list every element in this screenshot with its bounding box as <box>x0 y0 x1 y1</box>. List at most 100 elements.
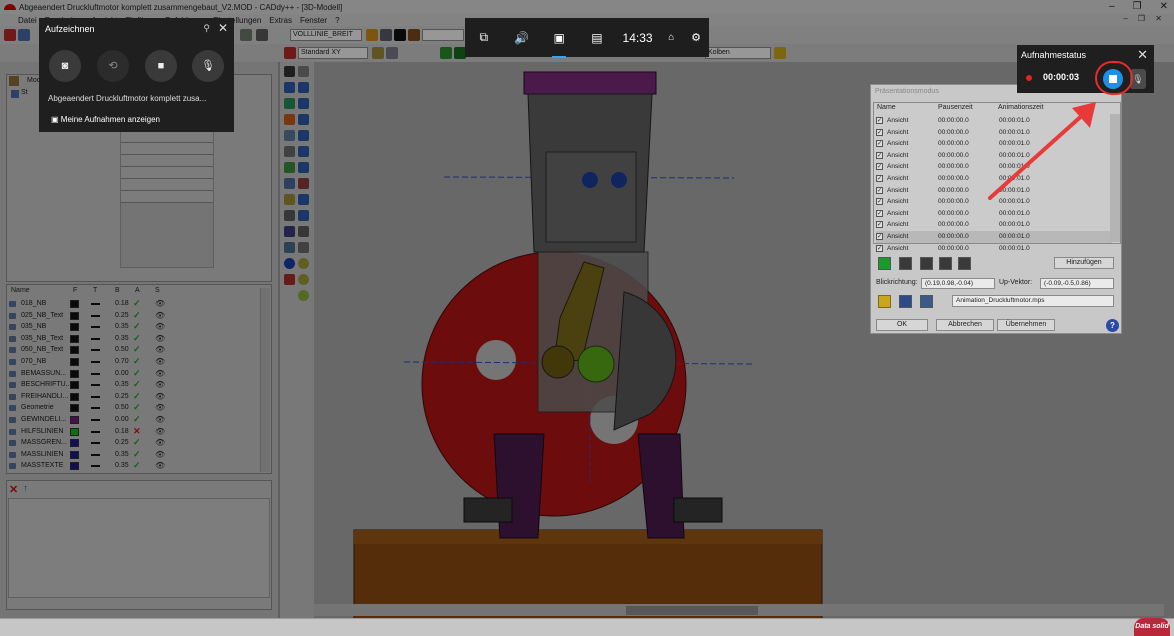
torus-icon[interactable] <box>298 114 309 125</box>
presentation-scrollbar[interactable] <box>1110 114 1120 242</box>
view-select[interactable]: Standard XY <box>298 47 368 59</box>
stop-button[interactable] <box>920 257 933 270</box>
layer-select[interactable]: Kolben <box>705 47 771 59</box>
layer-active-icon[interactable]: ✓ <box>133 460 141 472</box>
capture-icon[interactable]: ▣ <box>540 31 578 58</box>
layer-row[interactable]: Geometrie 0.50 ✓ 👁 <box>9 402 259 414</box>
help-icon[interactable]: ? <box>1106 319 1119 332</box>
tree-row[interactable] <box>121 143 213 155</box>
presentation-row[interactable]: ✓ Ansicht 00:00:00.0 00:00:01.0 <box>876 127 1112 139</box>
layer-active-icon[interactable]: ✓ <box>133 414 141 426</box>
layer-active-icon[interactable]: ✓ <box>133 344 141 356</box>
col-name[interactable]: Name <box>877 104 896 111</box>
menu-extras[interactable]: Extras <box>269 16 292 25</box>
col-s[interactable]: S <box>155 285 160 296</box>
linetype-select[interactable]: VOLLLINIE_BREIT <box>290 29 362 41</box>
hatch-icon[interactable] <box>284 242 295 253</box>
layer-color-swatch[interactable] <box>70 369 79 378</box>
presentation-row[interactable]: ✓ Ansicht 00:00:00.0 00:00:01.0 <box>876 185 1112 197</box>
layer-color-swatch[interactable] <box>70 392 79 401</box>
layer-active-icon[interactable]: ✓ <box>133 402 141 414</box>
layer-row[interactable]: MASSTEXTE 0.35 ✓ 👁 <box>9 460 259 472</box>
menu-help[interactable]: ? <box>335 16 339 25</box>
layer-row[interactable]: 018_NB 0.18 ✓ 👁 <box>9 298 259 310</box>
layer-active-icon[interactable]: ✓ <box>133 391 141 403</box>
visibility-icon[interactable]: 👁 <box>155 402 165 414</box>
col-a[interactable]: A <box>135 285 140 296</box>
layer-row[interactable]: GEWINDELI... 0.00 ✓ 👁 <box>9 414 259 426</box>
boolean-icon[interactable] <box>298 194 309 205</box>
stop-recording-button[interactable]: ■ <box>145 50 177 82</box>
settings-icon[interactable]: ⚙ <box>683 31 709 44</box>
xbox-icon[interactable]: ⌂ <box>659 32 683 43</box>
info-icon[interactable] <box>284 258 295 269</box>
layer-color-swatch[interactable] <box>70 311 79 320</box>
layer-color-swatch[interactable] <box>70 450 79 459</box>
layer-active-icon[interactable]: ✓ <box>133 437 141 449</box>
visibility-icon[interactable]: 👁 <box>155 333 165 345</box>
layer-active-icon[interactable]: ✕ <box>133 426 141 438</box>
wedge-icon[interactable] <box>298 146 309 157</box>
capture-close-icon[interactable]: ✕ <box>218 21 228 35</box>
layer-row[interactable]: MASSLINIEN 0.35 ✓ 👁 <box>9 449 259 461</box>
tree-row[interactable] <box>121 179 213 191</box>
visibility-icon[interactable]: 👁 <box>155 321 165 333</box>
visibility-icon[interactable]: 👁 <box>155 356 165 368</box>
fill-icon[interactable] <box>408 29 420 41</box>
tree-row[interactable] <box>121 131 213 143</box>
row-checkbox[interactable]: ✓ <box>876 244 883 252</box>
visibility-icon[interactable]: 👁 <box>155 414 165 426</box>
erase-icon[interactable] <box>284 274 295 285</box>
measure-icon[interactable] <box>284 130 295 141</box>
visibility-icon[interactable]: 👁 <box>155 344 165 356</box>
layer-scrollbar[interactable] <box>260 288 270 472</box>
close-button[interactable]: ✕ <box>1160 1 1168 12</box>
hscroll-thumb[interactable] <box>626 606 758 615</box>
minimize-button[interactable]: – <box>1109 1 1115 12</box>
layer-color-swatch[interactable] <box>70 427 79 436</box>
axis-icon[interactable] <box>284 178 295 189</box>
layer-color-swatch[interactable] <box>70 404 79 413</box>
visibility-icon[interactable]: 👁 <box>155 437 165 449</box>
sketch-icon[interactable] <box>284 98 295 109</box>
layer-active-icon[interactable]: ✓ <box>133 333 141 345</box>
layer-color-swatch[interactable] <box>70 346 79 355</box>
fillet-icon[interactable] <box>298 210 309 221</box>
pause-button[interactable] <box>899 257 912 270</box>
visibility-icon[interactable]: 👁 <box>155 310 165 322</box>
layer-row[interactable]: 050_NB_Text 0.50 ✓ 👁 <box>9 344 259 356</box>
snap-icon[interactable] <box>256 29 268 41</box>
menu-fenster[interactable]: Fenster <box>300 16 327 25</box>
presentation-row[interactable]: ✓ Ansicht 00:00:00.0 00:00:01.0 <box>876 196 1112 208</box>
col-animation[interactable]: Animationszeit <box>998 104 1044 111</box>
dimension-icon[interactable] <box>284 146 295 157</box>
layer-row[interactable]: 035_NB_Text 0.35 ✓ 👁 <box>9 333 259 345</box>
tree-row[interactable] <box>121 155 213 167</box>
layer-row[interactable]: 025_NB_Text 0.25 ✓ 👁 <box>9 310 259 322</box>
visibility-icon[interactable]: 👁 <box>155 426 165 438</box>
draw-icon[interactable] <box>284 162 295 173</box>
presentation-row[interactable]: ✓ Ansicht 00:00:00.0 00:00:01.0 <box>876 115 1112 127</box>
layer-active-icon[interactable]: ✓ <box>133 379 141 391</box>
layer-row[interactable]: 070_NB 0.70 ✓ 👁 <box>9 356 259 368</box>
maximize-button[interactable]: ❐ <box>1133 1 1142 12</box>
layer-color-swatch[interactable] <box>70 462 79 471</box>
row-checkbox[interactable]: ✓ <box>876 233 883 240</box>
layer-row[interactable]: FREIHANDLI... 0.25 ✓ 👁 <box>9 391 259 403</box>
pick-icon[interactable] <box>298 66 309 77</box>
color-icon[interactable] <box>394 29 406 41</box>
widget-icon[interactable]: ⧉ <box>465 30 503 45</box>
layer-active-icon[interactable]: ✓ <box>133 368 141 380</box>
presentation-row[interactable]: ✓ Ansicht 00:00:00.0 00:00:01.0 <box>876 138 1112 150</box>
visibility-icon[interactable]: 👁 <box>155 379 165 391</box>
open-icon[interactable] <box>18 29 30 41</box>
layer-color-swatch[interactable] <box>70 439 79 448</box>
layer-color-swatch[interactable] <box>70 323 79 332</box>
row-checkbox[interactable]: ✓ <box>876 117 883 124</box>
mic-toggle-button[interactable]: 🎙 <box>192 50 224 82</box>
row-checkbox[interactable]: ✓ <box>876 163 883 171</box>
new-icon[interactable] <box>4 29 16 41</box>
play-button[interactable] <box>878 257 891 270</box>
mirror-icon[interactable] <box>284 210 295 221</box>
layer-active-icon[interactable]: ✓ <box>133 356 141 368</box>
